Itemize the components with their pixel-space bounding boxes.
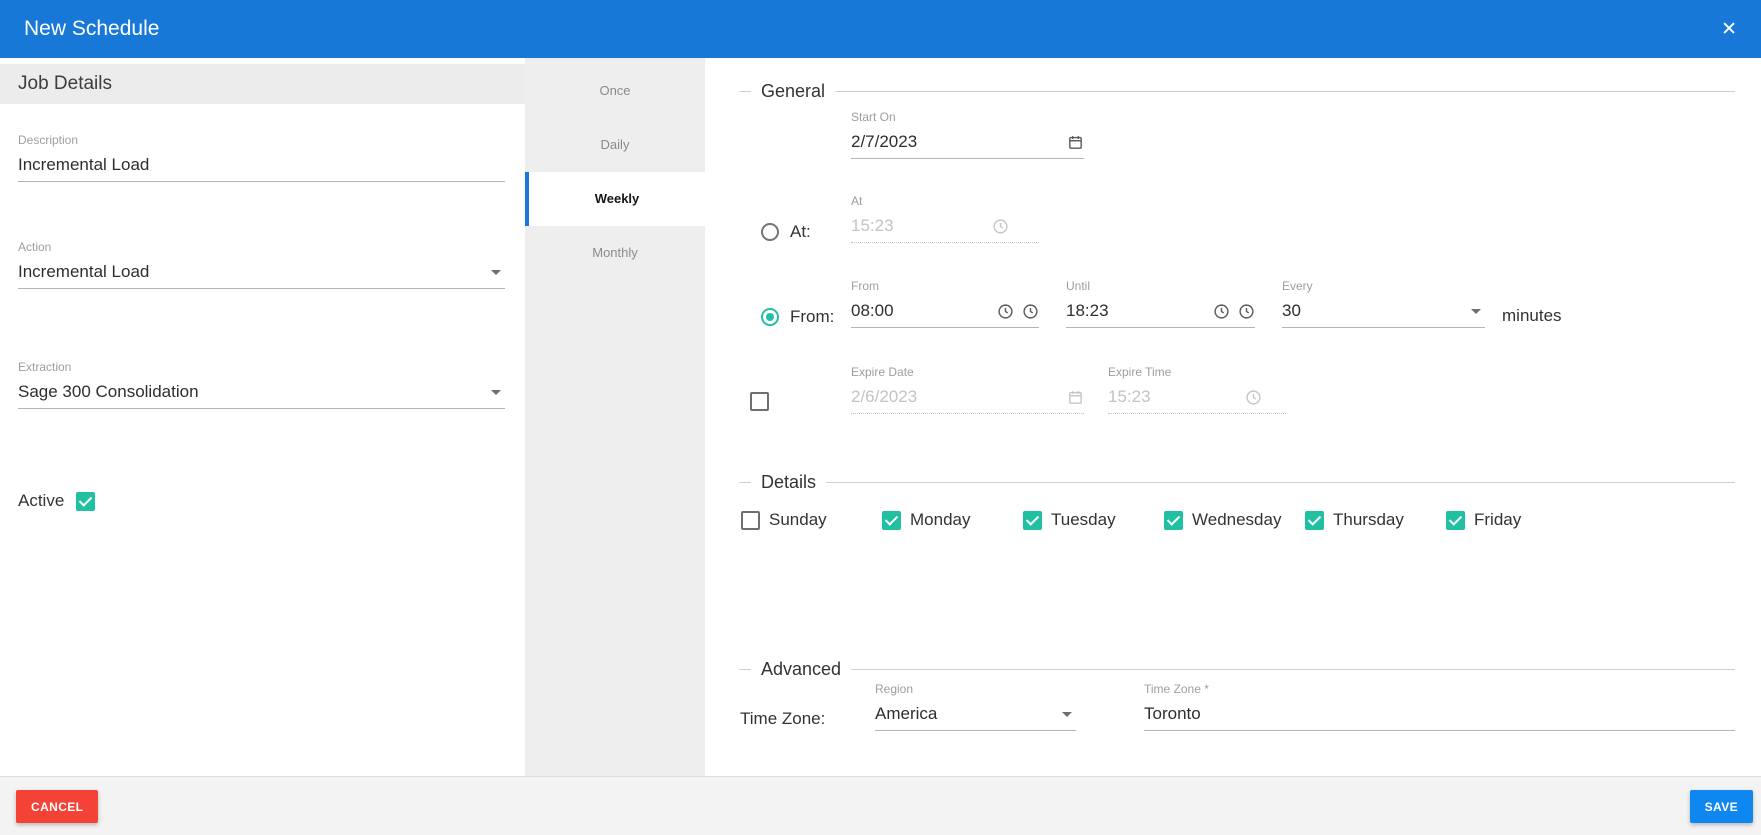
calendar-icon[interactable]	[1067, 389, 1084, 406]
active-checkbox[interactable]	[76, 492, 95, 511]
description-field[interactable]: Description Incremental Load	[18, 133, 505, 182]
day-item-thursday: Thursday	[1305, 510, 1446, 530]
at-time-field[interactable]: At 15:23	[851, 194, 1039, 243]
tab-monthly[interactable]: Monthly	[525, 226, 705, 280]
until-time-input[interactable]: 18:23	[1066, 301, 1205, 321]
description-label: Description	[18, 133, 505, 147]
expire-checkbox[interactable]	[750, 392, 769, 411]
clock-icon[interactable]	[992, 218, 1009, 235]
calendar-icon[interactable]	[1067, 134, 1084, 151]
clock-icon[interactable]	[997, 303, 1014, 320]
job-details-title: Job Details	[0, 64, 525, 104]
expire-date-field[interactable]: Expire Date 2/6/2023	[851, 365, 1084, 414]
tab-daily[interactable]: Daily	[525, 118, 705, 172]
start-on-field[interactable]: Start On 2/7/2023	[851, 110, 1084, 159]
clock-icon[interactable]	[1213, 303, 1230, 320]
expire-time-field[interactable]: Expire Time 15:23	[1108, 365, 1286, 414]
start-on-input[interactable]: 2/7/2023	[851, 132, 1059, 152]
save-button[interactable]: SAVE	[1690, 790, 1753, 823]
close-icon[interactable]: ✕	[1721, 20, 1737, 39]
expire-time-label: Expire Time	[1108, 365, 1286, 379]
time-zone-row-label: Time Zone:	[740, 710, 825, 728]
day-item-wednesday: Wednesday	[1164, 510, 1305, 530]
day-checkbox-thursday[interactable]	[1305, 511, 1324, 530]
at-option-row: At:	[761, 222, 811, 242]
every-select[interactable]: Every 30	[1282, 279, 1485, 328]
extraction-value[interactable]: Sage 300 Consolidation	[18, 382, 483, 402]
from-time-input[interactable]: 08:00	[851, 301, 989, 321]
day-label-wednesday: Wednesday	[1192, 510, 1281, 530]
dialog-header: New Schedule ✕	[0, 0, 1761, 58]
day-checkbox-tuesday[interactable]	[1023, 511, 1042, 530]
at-radio-label: At:	[790, 222, 811, 242]
action-select[interactable]: Action Incremental Load	[18, 240, 505, 289]
expire-date-input[interactable]: 2/6/2023	[851, 387, 1059, 407]
cancel-button[interactable]: CANCEL	[16, 790, 98, 823]
dialog-title: New Schedule	[24, 17, 159, 41]
region-label: Region	[875, 682, 1076, 696]
day-label-thursday: Thursday	[1333, 510, 1404, 530]
schedule-type-tabs: Once Daily Weekly Monthly	[525, 58, 705, 776]
day-item-friday: Friday	[1446, 510, 1587, 530]
time-zone-label: Time Zone *	[1144, 682, 1735, 696]
day-item-monday: Monday	[882, 510, 1023, 530]
until-time-field[interactable]: Until 18:23	[1066, 279, 1255, 328]
dialog-footer: CANCEL SAVE	[0, 776, 1761, 835]
weekday-checkboxes: Sunday Monday Tuesday Wednesday Thursday…	[741, 510, 1587, 530]
description-input[interactable]: Incremental Load	[18, 155, 505, 175]
every-label: Every	[1282, 279, 1485, 293]
dropdown-caret-icon[interactable]	[491, 390, 501, 395]
day-item-tuesday: Tuesday	[1023, 510, 1164, 530]
day-label-friday: Friday	[1474, 510, 1521, 530]
from-radio-label: From:	[790, 307, 834, 327]
from-time-field[interactable]: From 08:00	[851, 279, 1039, 328]
clock-icon[interactable]	[1245, 389, 1262, 406]
dropdown-caret-icon[interactable]	[1062, 712, 1072, 717]
from-option-row: From:	[761, 307, 834, 327]
start-on-label: Start On	[851, 110, 1084, 124]
at-radio[interactable]	[761, 223, 779, 241]
extraction-select[interactable]: Extraction Sage 300 Consolidation	[18, 360, 505, 409]
day-checkbox-monday[interactable]	[882, 511, 901, 530]
region-select[interactable]: Region America	[875, 682, 1076, 731]
minutes-unit-label: minutes	[1502, 307, 1562, 325]
clock-picker-icon[interactable]	[1022, 303, 1039, 320]
extraction-label: Extraction	[18, 360, 505, 374]
region-value[interactable]: America	[875, 704, 1054, 724]
job-details-panel: Job Details Description Incremental Load…	[0, 58, 525, 776]
time-zone-input[interactable]: Toronto	[1144, 704, 1735, 724]
advanced-section-legend: Advanced	[739, 658, 1735, 680]
expire-time-input[interactable]: 15:23	[1108, 387, 1237, 407]
at-time-input[interactable]: 15:23	[851, 216, 984, 236]
every-value[interactable]: 30	[1282, 301, 1463, 321]
day-item-sunday: Sunday	[741, 510, 882, 530]
until-time-label: Until	[1066, 279, 1255, 293]
day-checkbox-wednesday[interactable]	[1164, 511, 1183, 530]
dropdown-caret-icon[interactable]	[491, 270, 501, 275]
day-label-tuesday: Tuesday	[1051, 510, 1116, 530]
tab-once[interactable]: Once	[525, 64, 705, 118]
from-time-label: From	[851, 279, 1039, 293]
at-time-label: At	[851, 194, 1039, 208]
expire-date-label: Expire Date	[851, 365, 1084, 379]
general-section-legend: General	[739, 80, 1735, 102]
clock-picker-icon[interactable]	[1238, 303, 1255, 320]
dropdown-caret-icon[interactable]	[1471, 309, 1481, 314]
active-label: Active	[18, 491, 64, 511]
day-label-monday: Monday	[910, 510, 970, 530]
schedule-form-panel: General Start On 2/7/2023 At: At 15:23 F…	[705, 58, 1761, 776]
action-label: Action	[18, 240, 505, 254]
day-label-sunday: Sunday	[769, 510, 827, 530]
day-checkbox-friday[interactable]	[1446, 511, 1465, 530]
tab-weekly[interactable]: Weekly	[525, 172, 705, 226]
day-checkbox-sunday[interactable]	[741, 511, 760, 530]
from-radio[interactable]	[761, 308, 779, 326]
active-row: Active	[18, 491, 95, 511]
details-section-legend: Details	[739, 471, 1735, 493]
action-value[interactable]: Incremental Load	[18, 262, 483, 282]
time-zone-field[interactable]: Time Zone * Toronto	[1144, 682, 1735, 731]
